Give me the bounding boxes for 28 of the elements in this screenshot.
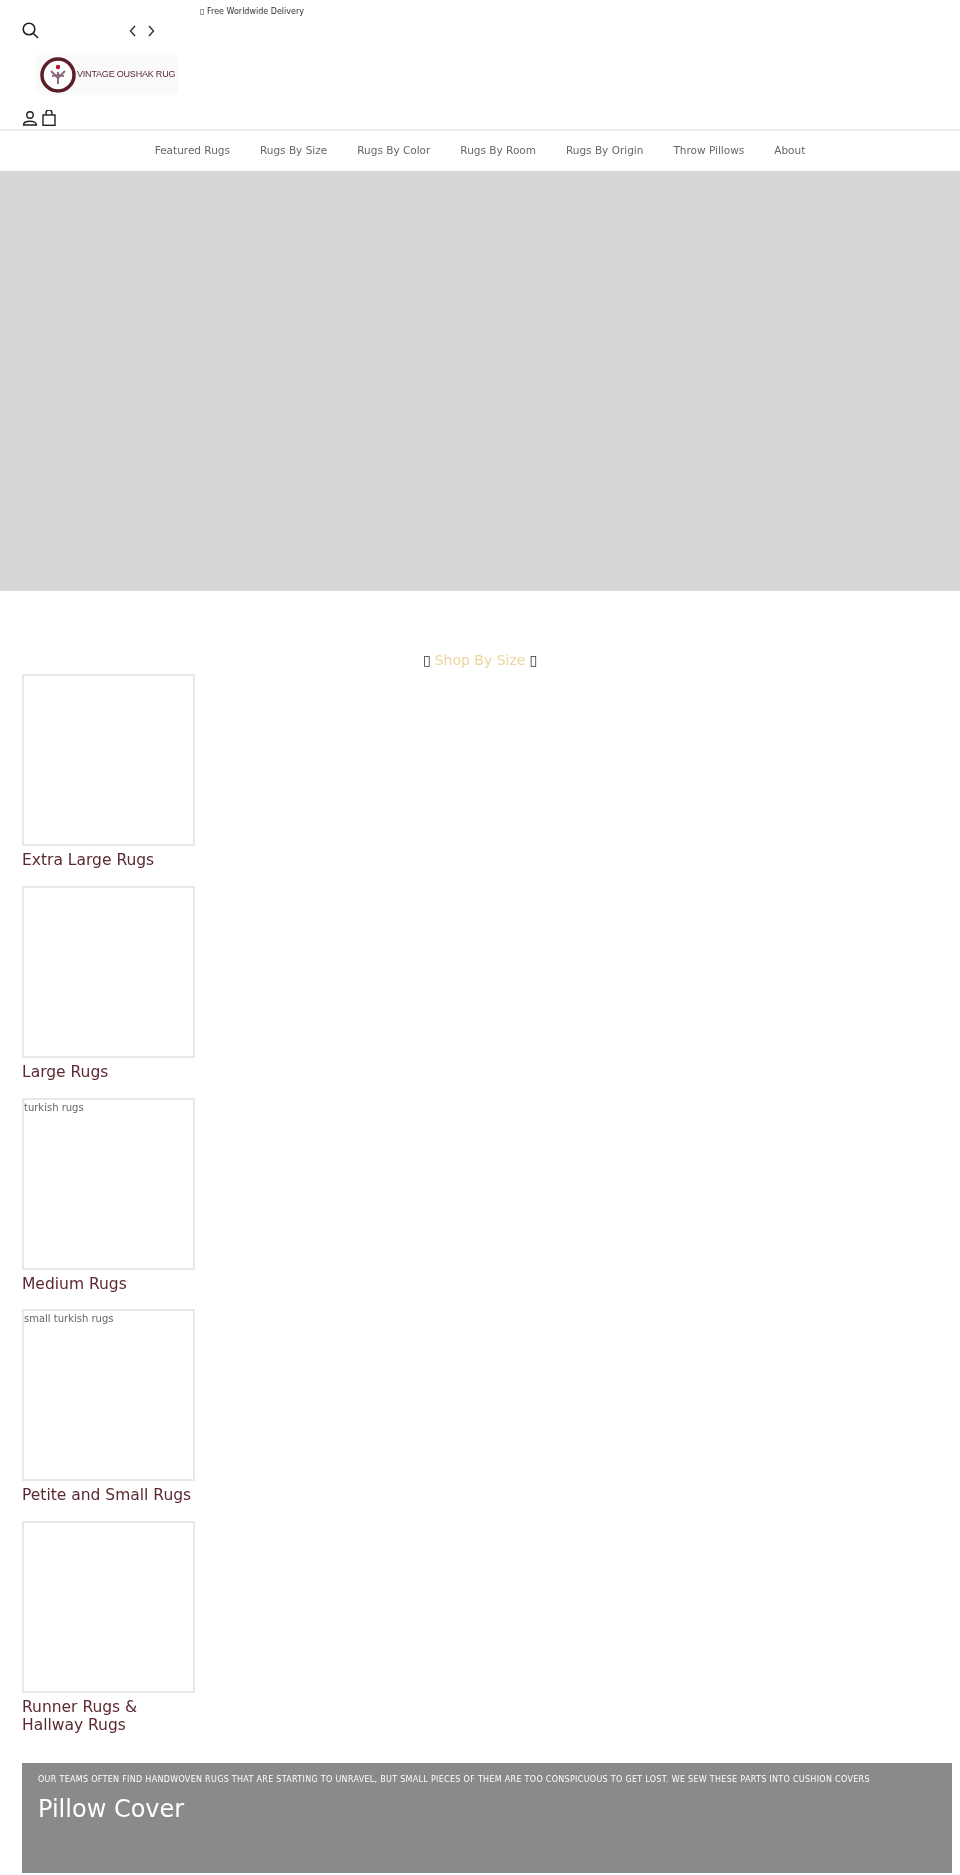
logo-text: VINTAGE OUSHAK RUG [77,68,176,82]
nav-link[interactable]: Throw Pillows [658,143,760,159]
banner-title: Pillow Cover [38,1794,186,1826]
logo[interactable]: VINTAGE OUSHAK RUG [36,55,180,95]
nav-link[interactable]: Rugs By Origin [550,143,659,159]
announcement-text: ▯ Free Worldwide Delivery [200,6,304,14]
missing-glyph-text: ▯ [422,651,431,670]
collection-title[interactable]: Large Rugs [22,1063,195,1082]
nav-link[interactable]: Featured Rugs [139,143,245,159]
search-icon[interactable] [22,22,39,39]
collection-title[interactable]: Runner Rugs & Hallway Rugs [22,1699,195,1735]
collection-image[interactable]: small turkish rugs [22,1309,195,1482]
collection-title[interactable]: Medium Rugs [22,1275,195,1294]
nav-link[interactable]: About [759,143,821,159]
logo-emblem-icon [40,57,76,93]
shopping-bag-icon[interactable] [42,110,56,126]
nav-link[interactable]: Rugs By Size [244,143,343,159]
banner-subtitle: OUR TEAMS OFTEN FIND HANDWOVEN RUGS THAT ARE STARTING TO UNRAVEL, BUT SMALL PIECES OF THEM ARE TOO CONSPICUOUS TO GET LOST. WE SEW THESE PARTS INTO CUSHION COVERS [38,1774,871,1786]
nav-link[interactable]: Rugs By Room [445,143,551,159]
account-icon[interactable] [22,110,38,126]
section-title: Shop By Size [434,651,526,670]
image-alt-text: turkish rugs [24,1100,84,1115]
nav-link[interactable]: Rugs By Color [342,143,446,159]
collection-image[interactable]: turkish rugs [22,1097,195,1270]
collection-title[interactable]: Petite and Small Rugs [22,1487,195,1506]
image-alt-text: small turkish rugs [24,1312,114,1327]
missing-glyph-text: ▯ [529,651,538,670]
collection-title[interactable]: Extra Large Rugs [22,852,195,870]
